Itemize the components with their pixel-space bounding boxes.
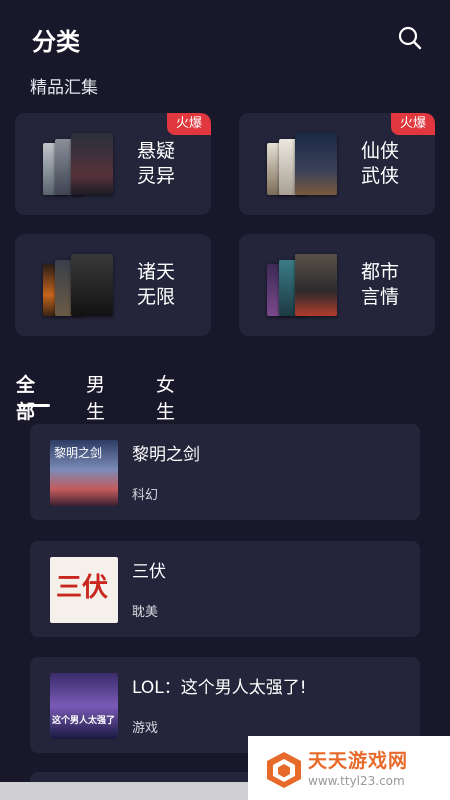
book-genre: 科幻: [132, 488, 159, 503]
cover-stack: [43, 133, 119, 197]
site-watermark: 天天游戏网 www.ttyl23.com: [248, 736, 450, 800]
cover-stack: [267, 133, 343, 197]
book-genre: 游戏: [132, 721, 159, 736]
tab-all[interactable]: 全部: [16, 370, 35, 424]
category-card-urban-romance[interactable]: 都市 言情: [239, 234, 435, 336]
cover-stack: [43, 254, 119, 318]
category-card-suspense[interactable]: 悬疑 灵异 火爆: [15, 113, 211, 215]
book-cover-image: [295, 254, 337, 316]
category-label: 都市 言情: [361, 261, 400, 308]
book-cover-image: [71, 133, 113, 195]
book-genre: 耽美: [132, 605, 159, 620]
book-cover-image: 三伏: [50, 557, 118, 623]
watermark-name: 天天游戏网: [308, 750, 409, 772]
hot-badge: 火爆: [391, 113, 435, 135]
app-header: 分类: [0, 0, 450, 70]
tab-female[interactable]: 女生: [156, 370, 175, 424]
book-title: LOL：这个男人太强了!: [132, 678, 307, 698]
hot-badge: 火爆: [167, 113, 211, 135]
book-cover-image: [295, 133, 337, 195]
page-title: 分类: [32, 28, 80, 56]
category-label: 仙侠 武侠: [361, 140, 400, 187]
book-item[interactable]: 黎明之剑 黎明之剑 科幻: [30, 424, 420, 520]
search-button[interactable]: [396, 24, 424, 52]
watermark-url: www.ttyl23.com: [308, 774, 405, 788]
category-card-xianxia[interactable]: 仙侠 武侠 火爆: [239, 113, 435, 215]
category-card-infinite[interactable]: 诸天 无限: [15, 234, 211, 336]
book-cover-image: 这个男人太强了: [50, 673, 118, 739]
featured-section-title: 精品汇集: [30, 78, 98, 98]
book-title: 三伏: [132, 562, 166, 582]
book-cover-image: [71, 254, 113, 316]
cover-stack: [267, 254, 343, 318]
bottom-bar: [0, 782, 248, 800]
book-title: 黎明之剑: [132, 445, 200, 465]
category-label: 诸天 无限: [137, 261, 176, 308]
book-item[interactable]: 三伏 三伏 耽美: [30, 541, 420, 637]
category-label: 悬疑 灵异: [137, 140, 176, 187]
watermark-logo-icon: [267, 752, 301, 788]
cover-title-text: 黎明之剑: [54, 446, 103, 460]
cover-title-text: 三伏: [56, 573, 109, 603]
active-tab-indicator: [20, 404, 50, 407]
book-cover-image: 黎明之剑: [50, 440, 118, 506]
search-icon: [398, 26, 422, 50]
cover-title-text: 这个男人太强了: [52, 716, 116, 726]
tab-male[interactable]: 男生: [86, 370, 105, 424]
